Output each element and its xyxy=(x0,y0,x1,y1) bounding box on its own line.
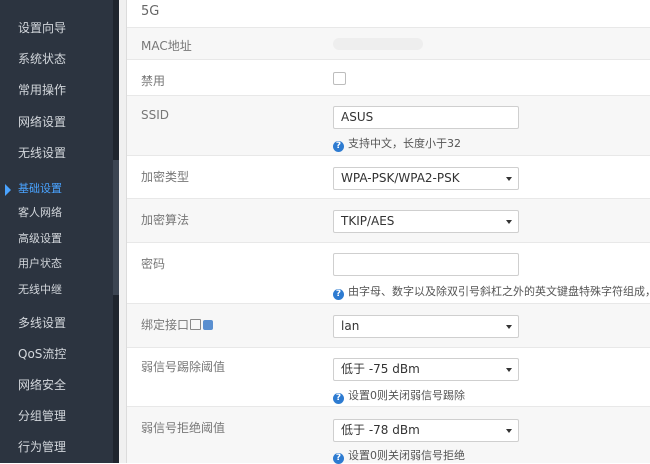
question-circle-icon: ? xyxy=(333,453,344,464)
nav-item-common-operations[interactable]: 常用操作 xyxy=(0,82,113,98)
bind-interface-row: 绑定接口 lan xyxy=(127,304,650,348)
bind-interface-value: lan xyxy=(341,319,360,333)
nav-sub-wireless-repeater[interactable]: 无线中继 xyxy=(0,282,113,297)
ssid-input[interactable]: ASUS xyxy=(333,106,519,129)
weak-reject-hint: ? 设置0则关闭弱信号拒绝 xyxy=(333,447,465,464)
disable-label: 禁用 xyxy=(141,74,166,88)
bind-interface-select[interactable]: lan xyxy=(333,315,519,338)
weak-kick-row: 弱信号踢除阈值 低于 -75 dBm ? 设置0则关闭弱信号踢除 xyxy=(127,348,650,407)
nav-item-group-management[interactable]: 分组管理 xyxy=(0,408,113,424)
content-divider xyxy=(119,0,127,463)
weak-kick-hint: ? 设置0则关闭弱信号踢除 xyxy=(333,387,465,404)
nav-item-setup-wizard[interactable]: 设置向导 xyxy=(0,20,113,36)
password-input[interactable] xyxy=(333,253,519,276)
chevron-down-icon xyxy=(506,368,512,372)
weak-kick-label: 弱信号踢除阈值 xyxy=(141,360,226,374)
weak-reject-hint-text: 设置0则关闭弱信号拒绝 xyxy=(348,449,465,462)
weak-reject-select[interactable]: 低于 -78 dBm xyxy=(333,419,519,442)
nav-item-network-settings[interactable]: 网络设置 xyxy=(0,114,113,130)
nav-item-qos[interactable]: QoS流控 xyxy=(0,346,113,362)
chevron-down-icon xyxy=(506,220,512,224)
question-circle-icon: ? xyxy=(333,141,344,152)
nav-sub-user-status[interactable]: 用户状态 xyxy=(0,256,113,271)
encryption-algorithm-select[interactable]: TKIP/AES xyxy=(333,210,519,233)
ssid-hint-text: 支持中文，长度小于32 xyxy=(348,137,461,150)
sidebar: 设置向导 系统状态 常用操作 网络设置 无线设置 基础设置 客人网络 高级设置 … xyxy=(0,0,119,463)
nav-sub-advanced-settings[interactable]: 高级设置 xyxy=(0,231,113,246)
password-hint-text: 由字母、数字以及除双引号斜杠之外的英文键盘特殊字符组成， xyxy=(348,285,650,298)
encryption-type-row: 加密类型 WPA-PSK/WPA2-PSK xyxy=(127,156,650,199)
chevron-down-icon xyxy=(506,325,512,329)
mac-label: MAC地址 xyxy=(141,39,192,53)
question-circle-icon: ? xyxy=(333,393,344,404)
disable-row: 禁用 xyxy=(127,60,650,96)
disable-checkbox[interactable] xyxy=(333,72,346,85)
encryption-type-select[interactable]: WPA-PSK/WPA2-PSK xyxy=(333,167,519,190)
nav-sub-guest-network[interactable]: 客人网络 xyxy=(0,205,113,220)
encryption-type-label: 加密类型 xyxy=(141,170,190,184)
bind-interface-label: 绑定接口 xyxy=(141,318,190,332)
chevron-down-icon xyxy=(506,429,512,433)
section-title: 5G xyxy=(141,4,160,19)
nav-item-multi-line[interactable]: 多线设置 xyxy=(0,315,113,331)
password-row: 密码 ? 由字母、数字以及除双引号斜杠之外的英文键盘特殊字符组成， xyxy=(127,243,650,304)
info-icon[interactable] xyxy=(203,320,214,330)
main-content: 5G MAC地址 禁用 SSID ASUS ? 支持中文，长度小于32 加密类型 … xyxy=(119,0,650,464)
mac-value-redacted xyxy=(333,38,423,50)
bind-interface-label-wrap: 绑定接口 xyxy=(141,316,214,333)
weak-reject-label: 弱信号拒绝阈值 xyxy=(141,421,226,435)
chevron-down-icon xyxy=(506,177,512,181)
encryption-algorithm-value: TKIP/AES xyxy=(341,214,395,228)
nav-item-wireless-settings[interactable]: 无线设置 xyxy=(0,145,113,161)
weak-reject-row: 弱信号拒绝阈值 低于 -78 dBm ? 设置0则关闭弱信号拒绝 xyxy=(127,407,650,464)
nav-sub-basic-settings[interactable]: 基础设置 xyxy=(0,181,113,196)
weak-reject-value: 低于 -78 dBm xyxy=(341,423,420,437)
nav-item-system-status[interactable]: 系统状态 xyxy=(0,51,113,67)
weak-kick-select[interactable]: 低于 -75 dBm xyxy=(333,358,519,381)
ssid-row: SSID ASUS ? 支持中文，长度小于32 xyxy=(127,96,650,156)
password-label: 密码 xyxy=(141,257,166,271)
square-icon xyxy=(190,319,202,330)
nav-item-network-security[interactable]: 网络安全 xyxy=(0,377,113,393)
question-circle-icon: ? xyxy=(333,289,344,300)
ssid-hint: ? 支持中文，长度小于32 xyxy=(333,135,461,152)
nav-item-behavior-management[interactable]: 行为管理 xyxy=(0,439,113,455)
encryption-algorithm-label: 加密算法 xyxy=(141,213,190,227)
ssid-label: SSID xyxy=(141,108,170,122)
weak-kick-value: 低于 -75 dBm xyxy=(341,362,420,376)
weak-kick-hint-text: 设置0则关闭弱信号踢除 xyxy=(348,389,465,402)
password-hint: ? 由字母、数字以及除双引号斜杠之外的英文键盘特殊字符组成， xyxy=(333,283,650,300)
section-header-row: 5G xyxy=(127,0,650,28)
encryption-type-value: WPA-PSK/WPA2-PSK xyxy=(341,171,460,185)
encryption-algorithm-row: 加密算法 TKIP/AES xyxy=(127,199,650,243)
